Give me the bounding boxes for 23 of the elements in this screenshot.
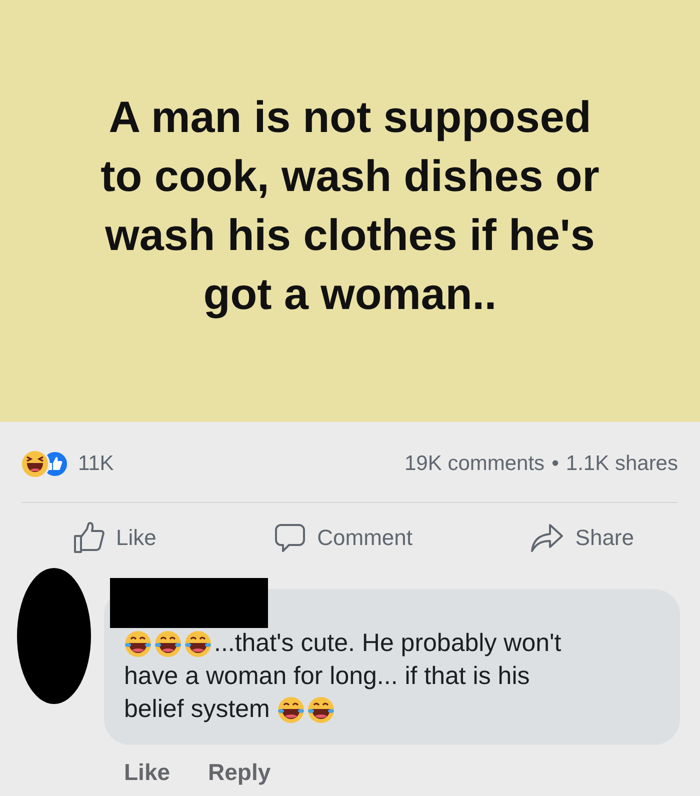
laughing-emoji-icon [276, 696, 305, 724]
speech-bubble-icon [273, 521, 308, 555]
laughing-emoji-icon [184, 630, 212, 658]
comment-button[interactable]: Comment [269, 517, 416, 559]
comment-text: belief system [124, 695, 271, 724]
like-link[interactable]: Like [124, 759, 170, 786]
like-button[interactable]: Like [68, 517, 160, 559]
reaction-count[interactable]: 11K [78, 452, 114, 476]
reaction-icons [20, 448, 70, 480]
thumbs-up-icon [72, 521, 106, 555]
share-button[interactable]: Share [525, 517, 638, 559]
avatar[interactable] [16, 567, 92, 705]
laughing-emoji-icon [154, 630, 182, 658]
reply-link[interactable]: Reply [208, 759, 271, 786]
share-count[interactable]: 1.1K shares [566, 452, 678, 476]
headline: A man is not supposed to cook, wash dishes or wash his clothes if he's got a woman.. [100, 92, 600, 321]
comment-text: have a woman for long... if that is his [124, 662, 530, 691]
comment-count[interactable]: 19K comments [404, 452, 545, 476]
comment-text: ...that's cute. He probably won't [214, 629, 562, 658]
separator-dot: • [552, 452, 559, 476]
share-arrow-icon [529, 521, 566, 555]
laughing-emoji-icon [306, 696, 335, 724]
laughing-emoji-icon [124, 630, 152, 658]
